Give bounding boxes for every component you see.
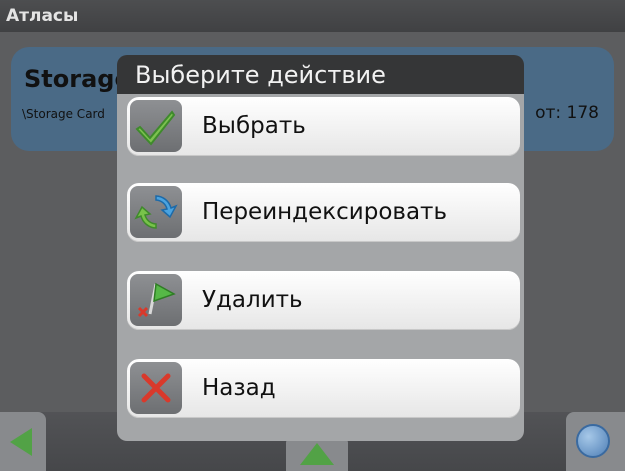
delete-label: Удалить bbox=[202, 287, 303, 313]
up-button[interactable] bbox=[286, 437, 348, 471]
storage-name: Storage Card bbox=[24, 65, 124, 93]
storage-path: \Storage Card bbox=[22, 107, 105, 121]
reindex-label: Переиндексировать bbox=[202, 199, 447, 225]
back-label: Назад bbox=[202, 375, 276, 401]
map-button[interactable] bbox=[566, 412, 625, 471]
back-button[interactable] bbox=[0, 412, 46, 471]
select-button[interactable]: Выбрать bbox=[127, 97, 520, 156]
checkmark-icon bbox=[130, 100, 182, 152]
page-title: Атласы bbox=[0, 0, 625, 32]
delete-flag-icon bbox=[130, 274, 182, 326]
delete-button[interactable]: Удалить bbox=[127, 271, 520, 330]
refresh-icon bbox=[130, 186, 182, 238]
close-icon bbox=[130, 362, 182, 414]
back-dialog-button[interactable]: Назад bbox=[127, 359, 520, 418]
reindex-button[interactable]: Переиндексировать bbox=[127, 183, 520, 242]
dialog-body: Выбрать Переиндексировать Удалить Назад bbox=[117, 94, 524, 441]
storage-count: от: 178 bbox=[535, 103, 599, 123]
back-arrow-icon bbox=[10, 428, 32, 456]
action-dialog: Выберите действие Выбрать Переиндексиров… bbox=[117, 55, 524, 441]
dialog-title: Выберите действие bbox=[135, 61, 386, 89]
select-label: Выбрать bbox=[202, 113, 306, 139]
up-arrow-icon bbox=[300, 443, 334, 465]
globe-icon bbox=[576, 424, 610, 458]
